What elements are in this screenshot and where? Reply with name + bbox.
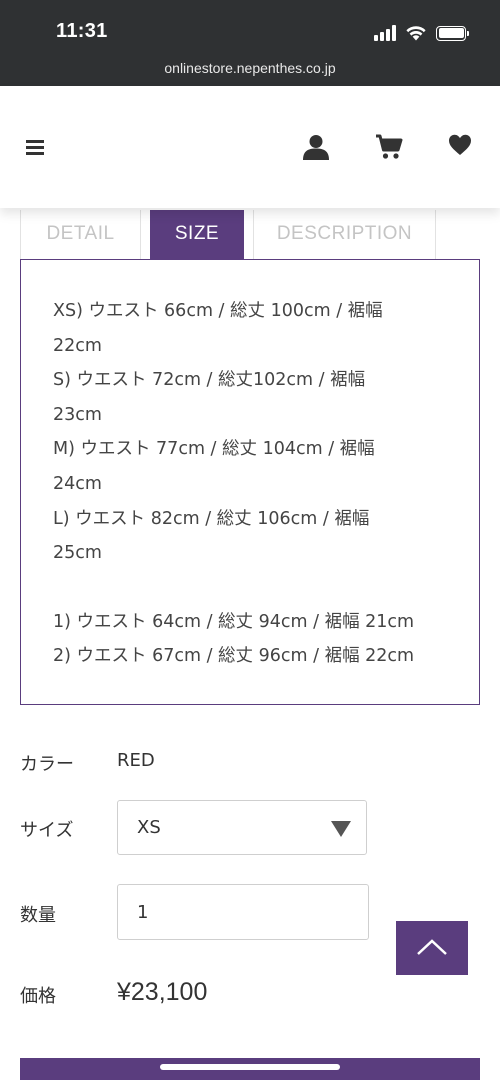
size-info-panel: XS) ウエスト 66cm / 総丈 100cm / 裾幅 22cm S) ウエ…: [20, 259, 480, 705]
color-label: カラー: [20, 754, 74, 775]
size-line: 22cm: [53, 335, 102, 356]
price-value: ¥23,100: [117, 978, 208, 1006]
product-tabs: DETAIL SIZE DESCRIPTION: [20, 210, 436, 260]
color-value: RED: [117, 750, 155, 771]
size-line: M) ウエスト 77cm / 総丈 104cm / 裾幅: [53, 439, 375, 460]
status-icons: [374, 22, 469, 44]
size-line: 25cm: [53, 543, 102, 564]
size-label: サイズ: [20, 820, 74, 841]
size-line: 1) ウエスト 64cm / 総丈 94cm / 裾幅 21cm: [53, 611, 415, 632]
home-indicator: [160, 1064, 340, 1070]
quantity-input[interactable]: [117, 884, 369, 940]
size-line: 2) ウエスト 67cm / 総丈 96cm / 裾幅 22cm: [53, 646, 415, 667]
size-line: XS) ウエスト 66cm / 総丈 100cm / 裾幅: [53, 301, 383, 321]
size-line: S) ウエスト 72cm / 総丈102cm / 裾幅: [53, 370, 366, 391]
size-line: 23cm: [53, 404, 102, 425]
cellular-signal-icon: [374, 25, 396, 41]
site-header: [0, 86, 500, 208]
size-line: 24cm: [53, 473, 102, 494]
url-bar[interactable]: onlinestore.nepenthes.co.jp: [0, 60, 500, 76]
cart-icon[interactable]: [375, 134, 403, 160]
size-select-value: XS: [137, 817, 161, 838]
browser-status-bar: 11:31 onlinestore.nepenthes.co.jp: [0, 0, 500, 86]
size-line: L) ウエスト 82cm / 総丈 106cm / 裾幅: [53, 508, 370, 529]
dropdown-arrow-icon: [331, 821, 351, 837]
price-label: 価格: [20, 986, 56, 1007]
scroll-to-top-button[interactable]: [396, 921, 468, 975]
wifi-icon: [406, 26, 426, 41]
user-icon[interactable]: [302, 134, 330, 160]
tab-description[interactable]: DESCRIPTION: [253, 210, 436, 260]
quantity-label: 数量: [20, 905, 56, 926]
size-select[interactable]: XS: [117, 800, 367, 855]
status-time: 11:31: [56, 20, 108, 42]
battery-icon: [436, 25, 469, 41]
tab-size[interactable]: SIZE: [150, 210, 244, 260]
chevron-up-icon: [417, 939, 447, 955]
heart-icon[interactable]: [448, 134, 472, 156]
tab-detail[interactable]: DETAIL: [20, 210, 141, 260]
menu-icon[interactable]: [26, 140, 46, 156]
